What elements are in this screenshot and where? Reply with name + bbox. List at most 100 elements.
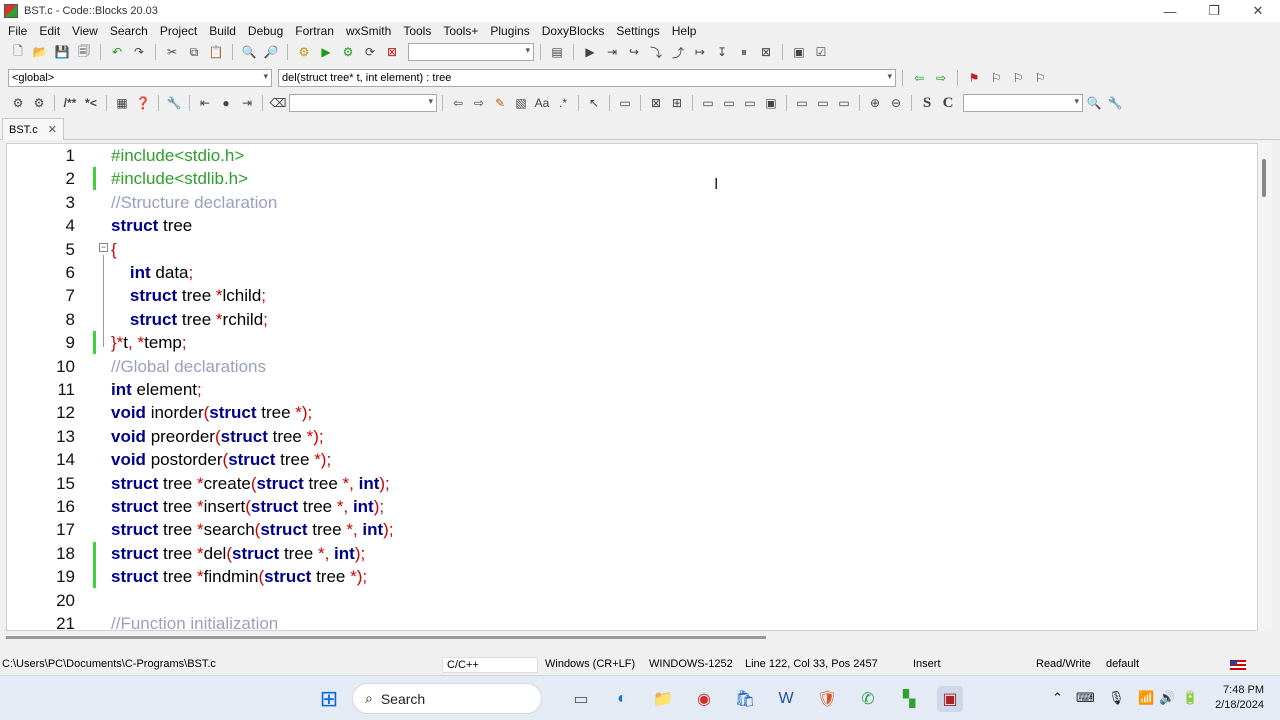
code-line[interactable]: 19 struct tree *findmin(struct tree *); — [7, 565, 1257, 588]
code-line[interactable]: 14 void postorder(struct tree *); — [7, 448, 1257, 471]
doxywizard-icon[interactable]: ⚙ — [29, 94, 49, 112]
menu-project[interactable]: Project — [154, 24, 203, 38]
find-icon[interactable]: 🔍 — [239, 43, 259, 61]
vertical-scrollbar[interactable] — [1258, 143, 1272, 631]
save-all-icon[interactable]: 🗐 — [74, 43, 94, 61]
match-case-icon[interactable]: Aa — [532, 94, 552, 112]
code-line[interactable]: 11 int element; — [7, 378, 1257, 401]
taskbar-search-box[interactable]: ⌕ Search — [352, 683, 542, 714]
step-into-instruction-icon[interactable]: ↧ — [712, 43, 732, 61]
continue-icon[interactable]: ▭ — [792, 94, 812, 112]
switch-block-icon[interactable]: ⊞ — [667, 94, 687, 112]
code-line[interactable]: 9}*t, *temp; — [7, 331, 1257, 354]
code-line[interactable]: 4 struct tree — [7, 214, 1257, 237]
step-out-icon[interactable]: ⤴ — [668, 43, 688, 61]
wifi-icon[interactable]: 📶 — [1138, 690, 1154, 706]
select-pointer-icon[interactable]: ↖ — [584, 94, 604, 112]
horizontal-scrollbar[interactable] — [6, 633, 1258, 641]
code-line[interactable]: 5{ — [7, 238, 1257, 261]
menu-file[interactable]: File — [2, 24, 33, 38]
code-line[interactable]: 1 #include<stdio.h> — [7, 144, 1257, 167]
edge-browser-icon[interactable]: ◐ — [609, 686, 635, 712]
prev-bookmark-icon[interactable]: ⚐ — [986, 69, 1006, 87]
menu-edit[interactable]: Edit — [33, 24, 66, 38]
debug-windows-icon[interactable]: ▣ — [789, 43, 809, 61]
source-export-icon[interactable]: S — [917, 94, 937, 112]
highlight-icon[interactable]: ✎ — [490, 94, 510, 112]
whatsapp-icon[interactable]: ✆ — [855, 686, 881, 712]
step-into-icon[interactable]: ⤵ — [646, 43, 666, 61]
menu-plugins[interactable]: Plugins — [484, 24, 535, 38]
redo-icon[interactable]: ↷ — [129, 43, 149, 61]
search-next-icon[interactable]: ⇨ — [469, 94, 489, 112]
prev-mark-icon[interactable]: ⇤ — [195, 94, 215, 112]
doxyblocks-icon[interactable]: ⚙ — [8, 94, 28, 112]
goto-icon[interactable]: ▭ — [834, 94, 854, 112]
menu-fortran[interactable]: Fortran — [289, 24, 340, 38]
menu-debug[interactable]: Debug — [242, 24, 289, 38]
various-info-icon[interactable]: ☑ — [811, 43, 831, 61]
return-icon[interactable]: ▭ — [813, 94, 833, 112]
code-line[interactable]: 3 //Structure declaration — [7, 191, 1257, 214]
scope-combo[interactable]: <global> ▾ — [8, 69, 272, 87]
run-to-cursor-icon[interactable]: ⇥ — [602, 43, 622, 61]
green-app-icon[interactable]: ▚ — [896, 686, 922, 712]
menu-search[interactable]: Search — [104, 24, 154, 38]
incremental-search-combo[interactable]: ▾ — [289, 94, 437, 112]
do-while-icon[interactable]: ▭ — [719, 94, 739, 112]
restore-button[interactable]: ❐ — [1192, 0, 1236, 22]
selected-text-only-icon[interactable]: ▧ — [511, 94, 531, 112]
code-line[interactable]: 16 struct tree *insert(struct tree *, int… — [7, 495, 1257, 518]
codeblocks-taskbar-icon[interactable]: ▣ — [937, 686, 963, 712]
horizontal-scroll-thumb[interactable] — [6, 636, 766, 639]
zoom-out-icon[interactable]: ⊖ — [886, 94, 906, 112]
abort-icon[interactable]: ⊠ — [382, 43, 402, 61]
open-folder-icon[interactable]: 📂 — [30, 43, 50, 61]
menu-tools[interactable]: Tools — [397, 24, 437, 38]
microsoft-store-icon[interactable]: 🛍 — [732, 686, 758, 712]
menu-build[interactable]: Build — [203, 24, 242, 38]
zoom-in-icon[interactable]: ⊕ — [865, 94, 885, 112]
menu-doxyblocks[interactable]: DoxyBlocks — [536, 24, 611, 38]
cut-icon[interactable]: ✂ — [162, 43, 182, 61]
code-line[interactable]: 15 struct tree *create(struct tree *, int… — [7, 472, 1257, 495]
settings-wrench-icon[interactable]: 🔧 — [1105, 94, 1125, 112]
taskbar-clock[interactable]: 7:48 PM 2/18/2024 — [1206, 683, 1264, 713]
break-icon[interactable]: ▣ — [761, 94, 781, 112]
chm-icon[interactable]: ❓ — [133, 94, 153, 112]
clear-search-icon[interactable]: ⌫ — [268, 94, 288, 112]
search-prev-icon[interactable]: ⇦ — [448, 94, 468, 112]
menu-view[interactable]: View — [66, 24, 104, 38]
toggle-bookmark-icon[interactable]: ⚑ — [964, 69, 984, 87]
task-view-icon[interactable]: ▭ — [568, 686, 594, 712]
code-line[interactable]: 10 //Global declarations — [7, 355, 1257, 378]
menu-settings[interactable]: Settings — [610, 24, 665, 38]
function-combo[interactable]: del(struct tree* t, int element) : tree ▾ — [278, 69, 896, 87]
run-icon[interactable]: ▶ — [316, 43, 336, 61]
clear-bookmarks-icon[interactable]: ⚐ — [1030, 69, 1050, 87]
while-loop-icon[interactable]: ▭ — [698, 94, 718, 112]
nassi-combo[interactable]: ▾ — [963, 94, 1083, 112]
close-tab-icon[interactable]: ✕ — [48, 123, 57, 136]
keyboard-icon[interactable]: ⌨ — [1076, 690, 1095, 706]
instruction-block-icon[interactable]: ▭ — [615, 94, 635, 112]
vertical-scroll-thumb[interactable] — [1262, 159, 1266, 197]
code-line[interactable]: 2 #include<stdlib.h> — [7, 167, 1257, 190]
html-icon[interactable]: ▦ — [112, 94, 132, 112]
next-mark-icon[interactable]: ⇥ — [237, 94, 257, 112]
pause-icon[interactable]: ⏸ — [734, 43, 754, 61]
jump-back-icon[interactable]: ⇦ — [909, 69, 929, 87]
if-block-icon[interactable]: ⊠ — [646, 94, 666, 112]
debug-continue-icon[interactable]: ▶ — [580, 43, 600, 61]
block-comment-icon[interactable]: /** — [60, 94, 80, 112]
word-icon[interactable]: W — [773, 686, 799, 712]
save-icon[interactable]: 💾 — [52, 43, 72, 61]
next-bookmark-icon[interactable]: ⚐ — [1008, 69, 1028, 87]
code-line[interactable]: 18 struct tree *del(struct tree *, int); — [7, 542, 1257, 565]
regex-icon[interactable]: .* — [553, 94, 573, 112]
show-hidden-icons-icon[interactable]: ⌃ — [1052, 690, 1063, 706]
build-gear-icon[interactable]: ⚙ — [294, 43, 314, 61]
rebuild-icon[interactable]: ⟳ — [360, 43, 380, 61]
menu-wxsmith[interactable]: wxSmith — [340, 24, 397, 38]
code-line[interactable]: 7 struct tree *lchild; — [7, 284, 1257, 307]
